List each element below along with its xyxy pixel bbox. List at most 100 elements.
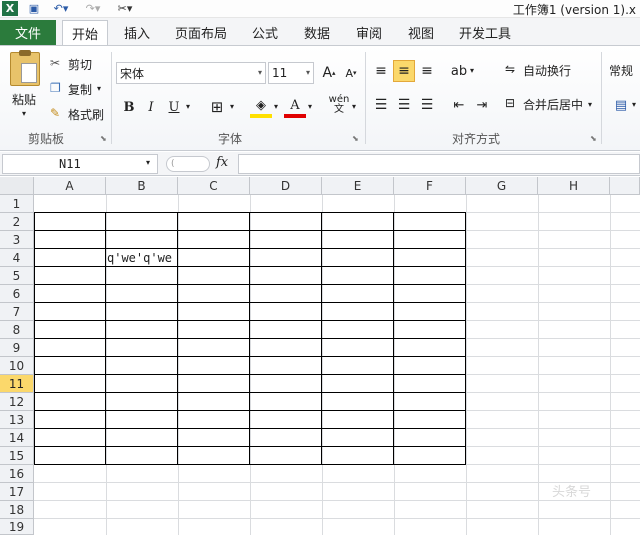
column-header-partial[interactable]	[610, 177, 640, 195]
tab-review[interactable]: 审阅	[350, 20, 388, 45]
bold-button[interactable]: B	[118, 96, 140, 118]
row-header-1[interactable]: 1	[0, 195, 34, 213]
row-header-6[interactable]: 6	[0, 285, 34, 303]
name-box[interactable]: N11	[2, 154, 158, 174]
column-header-b[interactable]: B	[106, 177, 178, 195]
alignment-launcher-icon[interactable]: ⬊	[590, 134, 597, 143]
phonetic-guide-icon[interactable]: wén 文	[326, 94, 352, 116]
align-bottom-icon[interactable]: ≡	[416, 60, 438, 82]
text-orientation-icon[interactable]: ab	[448, 60, 470, 82]
orientation-dropdown-icon[interactable]: ▾	[470, 66, 474, 75]
select-all-button[interactable]	[0, 177, 34, 195]
decrease-indent-icon[interactable]: ⇤	[448, 94, 470, 116]
row-header-9[interactable]: 9	[0, 339, 34, 357]
tab-insert[interactable]: 插入	[116, 20, 158, 45]
wrap-text-button[interactable]: 自动换行	[523, 62, 571, 79]
tab-home[interactable]: 开始	[62, 20, 108, 46]
tab-formulas[interactable]: 公式	[246, 20, 284, 45]
merge-center-button[interactable]: 合并后居中	[523, 96, 583, 113]
shrink-font-icon[interactable]: A ▾	[340, 62, 362, 84]
gridline	[610, 195, 611, 535]
gridline	[322, 195, 323, 535]
font-size-select[interactable]: 11 ▾	[268, 62, 314, 84]
tab-data[interactable]: 数据	[298, 20, 336, 45]
row-header-15[interactable]: 15	[0, 447, 34, 465]
underline-button[interactable]: U	[163, 96, 185, 118]
table-border	[34, 464, 466, 465]
redo-icon[interactable]: ↷▾	[82, 1, 104, 16]
column-header-e[interactable]: E	[322, 177, 394, 195]
align-right-icon[interactable]: ☰	[416, 94, 438, 116]
align-top-icon[interactable]: ≡	[370, 60, 392, 82]
column-header-f[interactable]: F	[394, 177, 466, 195]
column-header-c[interactable]: C	[178, 177, 250, 195]
table-border	[34, 338, 466, 339]
align-left-icon[interactable]: ☰	[370, 94, 392, 116]
undo-icon[interactable]: ↶▾	[50, 1, 72, 16]
row-header-3[interactable]: 3	[0, 231, 34, 249]
cut-button[interactable]: 剪切	[68, 56, 92, 73]
tab-file[interactable]: 文件	[0, 20, 56, 45]
copy-dropdown-icon[interactable]: ▾	[97, 84, 101, 93]
worksheet-grid[interactable]: A B C D E F G H 1 2 3 4 5 6 7 8 9 10 11 …	[0, 177, 640, 535]
font-color-dropdown-icon[interactable]: ▾	[308, 102, 312, 111]
clipboard-launcher-icon[interactable]: ⬊	[100, 134, 107, 143]
paste-dropdown-icon[interactable]: ▾	[22, 109, 26, 118]
fill-color-icon[interactable]: ◈	[250, 96, 272, 118]
paste-button[interactable]: 粘贴	[12, 91, 36, 108]
column-header-h[interactable]: H	[538, 177, 610, 195]
align-middle-icon[interactable]: ≡	[393, 60, 415, 82]
copy-button[interactable]: 复制	[68, 81, 92, 98]
fill-color-dropdown-icon[interactable]: ▾	[274, 102, 278, 111]
font-color-icon[interactable]: A	[284, 96, 306, 118]
row-header-4[interactable]: 4	[0, 249, 34, 267]
chevron-down-icon: ▾	[257, 68, 262, 77]
paste-icon[interactable]	[10, 50, 40, 86]
row-header-19[interactable]: 19	[0, 519, 34, 535]
row-header-11[interactable]: 11	[0, 375, 34, 393]
row-header-13[interactable]: 13	[0, 411, 34, 429]
borders-icon[interactable]: ⊞	[206, 96, 228, 118]
row-header-8[interactable]: 8	[0, 321, 34, 339]
formula-input[interactable]	[238, 154, 640, 174]
row-header-5[interactable]: 5	[0, 267, 34, 285]
font-launcher-icon[interactable]: ⬊	[352, 134, 359, 143]
tab-view[interactable]: 视图	[402, 20, 440, 45]
accounting-format-icon[interactable]: ▤	[610, 94, 632, 116]
format-painter-icon: ✎	[50, 106, 61, 120]
increase-indent-icon[interactable]: ⇥	[471, 94, 493, 116]
column-header-a[interactable]: A	[34, 177, 106, 195]
italic-button[interactable]: I	[140, 96, 162, 118]
format-painter-button[interactable]: 格式刷	[68, 106, 104, 123]
save-icon[interactable]: ▣	[26, 1, 42, 16]
row-header-7[interactable]: 7	[0, 303, 34, 321]
table-border	[34, 284, 466, 285]
row-header-17[interactable]: 17	[0, 483, 34, 501]
number-format-select[interactable]: 常规	[609, 62, 633, 79]
grow-font-icon[interactable]: A ▴	[318, 62, 340, 84]
underline-dropdown-icon[interactable]: ▾	[186, 102, 190, 111]
row-header-10[interactable]: 10	[0, 357, 34, 375]
table-border	[34, 374, 466, 375]
font-group-label: 字体	[217, 132, 242, 146]
phonetic-dropdown-icon[interactable]: ▾	[352, 102, 356, 111]
borders-dropdown-icon[interactable]: ▾	[230, 102, 234, 111]
formula-splitter-icon[interactable]: (	[166, 156, 210, 172]
cell-b4[interactable]: q'we'q'we	[107, 251, 172, 265]
row-header-18[interactable]: 18	[0, 501, 34, 519]
column-header-g[interactable]: G	[466, 177, 538, 195]
insert-function-icon[interactable]: fx	[216, 155, 228, 170]
font-name-select[interactable]: 宋体 ▾	[116, 62, 266, 84]
row-header-14[interactable]: 14	[0, 429, 34, 447]
customize-toolbar-icon[interactable]: ✂▾	[114, 1, 136, 16]
merge-dropdown-icon[interactable]: ▾	[588, 100, 592, 109]
row-header-16[interactable]: 16	[0, 465, 34, 483]
accounting-dropdown-icon[interactable]: ▾	[632, 100, 636, 109]
tab-page-layout[interactable]: 页面布局	[170, 20, 232, 45]
align-center-icon[interactable]: ☰	[393, 94, 415, 116]
chevron-down-icon[interactable]: ▾	[146, 158, 150, 167]
row-header-2[interactable]: 2	[0, 213, 34, 231]
column-header-d[interactable]: D	[250, 177, 322, 195]
row-header-12[interactable]: 12	[0, 393, 34, 411]
tab-developer[interactable]: 开发工具	[454, 20, 516, 45]
